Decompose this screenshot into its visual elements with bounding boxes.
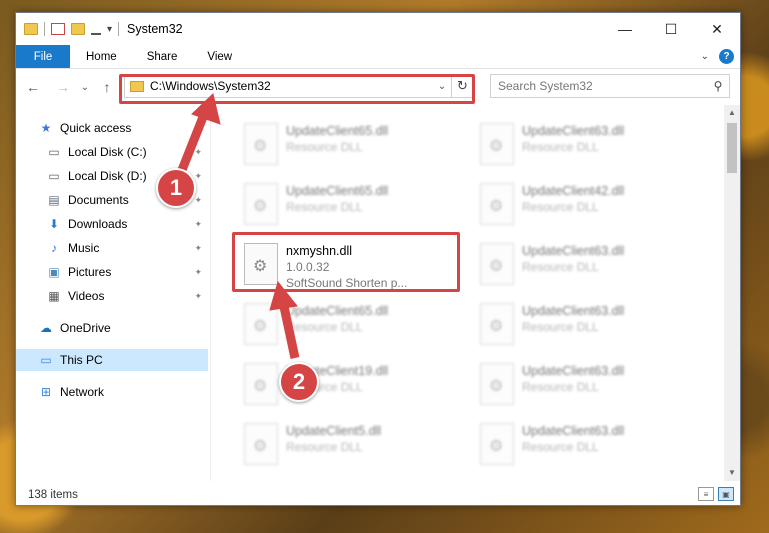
annotation-arrows bbox=[175, 93, 300, 359]
callout-badge-2: 2 bbox=[279, 362, 319, 402]
arrow-head-2 bbox=[269, 280, 298, 311]
arrow-head-1 bbox=[191, 93, 221, 125]
callout-badge-1: 1 bbox=[156, 168, 196, 208]
arrow-shaft-2 bbox=[278, 301, 300, 359]
arrow-shaft-1 bbox=[175, 110, 210, 177]
